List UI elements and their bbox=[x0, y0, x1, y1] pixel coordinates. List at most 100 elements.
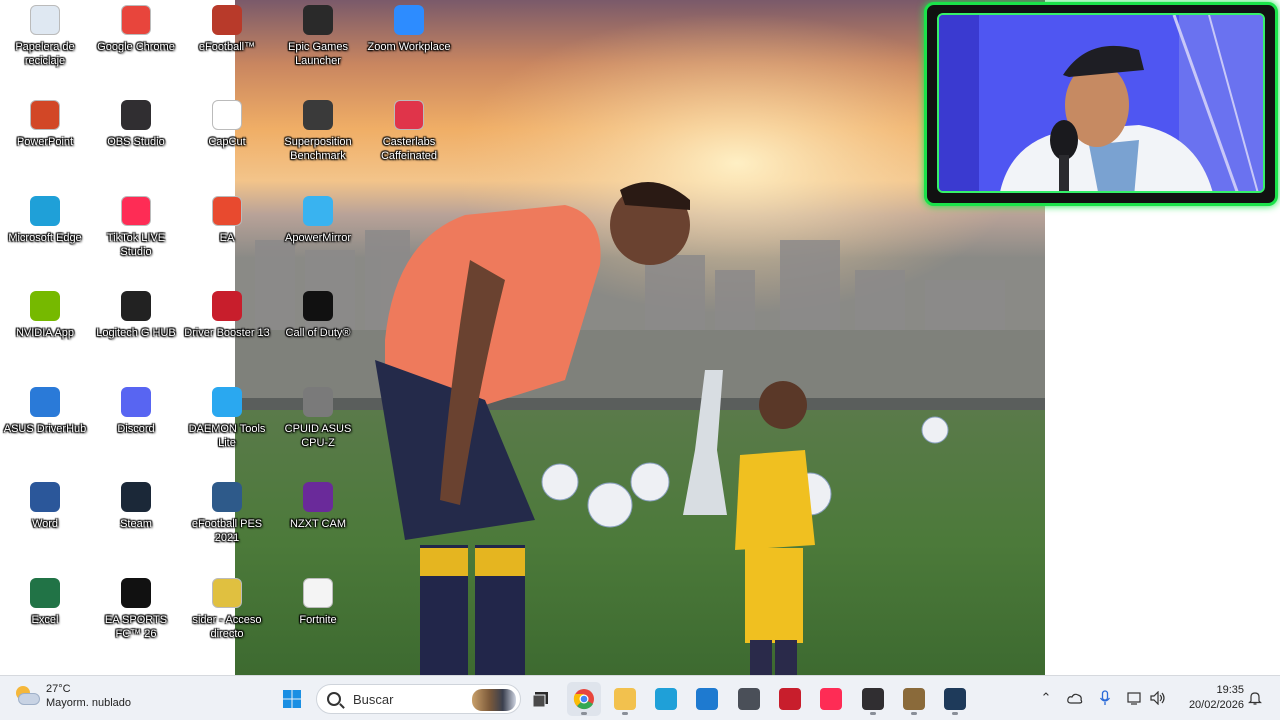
desktop-icon-label: CapCut bbox=[208, 136, 246, 148]
clock-time: 19:35 bbox=[1216, 684, 1244, 696]
desktop-icon-steam[interactable]: Steam bbox=[91, 477, 181, 567]
desktop-icon-label: Microsoft Edge bbox=[8, 232, 82, 244]
task-view-button[interactable] bbox=[524, 682, 558, 716]
running-indicator bbox=[911, 712, 917, 715]
taskbar-file-explorer[interactable] bbox=[608, 682, 642, 716]
epic-games-icon bbox=[303, 5, 333, 35]
folder-icon bbox=[614, 688, 636, 710]
show-hidden-icons-chevron-up-icon[interactable]: ⌃ bbox=[1037, 689, 1055, 707]
desktop-icon-ea-fc[interactable]: EA SPORTS FC™ 26 bbox=[91, 573, 181, 663]
weather-temp: 27°C bbox=[46, 683, 71, 695]
taskbar-search-box[interactable]: Buscar bbox=[316, 684, 521, 714]
desktop-icon-label: eFootball™ bbox=[198, 41, 256, 53]
desktop-icon-edge[interactable]: Microsoft Edge bbox=[0, 191, 90, 281]
taskbar-tiktok-live[interactable] bbox=[814, 682, 848, 716]
taskbar-tools[interactable] bbox=[897, 682, 931, 716]
tools-icon bbox=[903, 688, 925, 710]
desktop-icon-label: Papelera de reciclaje bbox=[15, 41, 75, 67]
desktop-icon-label: CPUID ASUS CPU-Z bbox=[284, 423, 352, 449]
running-indicator bbox=[870, 712, 876, 715]
desktop-icon-label: Logitech G HUB bbox=[96, 327, 176, 339]
taskbar-store[interactable] bbox=[690, 682, 724, 716]
desktop-icon-zoom[interactable]: Zoom Workplace bbox=[364, 0, 454, 90]
desktop-icon-capcut[interactable]: CapCut bbox=[182, 95, 272, 185]
steam-icon bbox=[121, 482, 151, 512]
ea-icon bbox=[212, 196, 242, 226]
desktop-icon-nzxt-cam[interactable]: NZXT CAM bbox=[273, 477, 363, 567]
desktop-icon-label: DAEMON Tools Lite bbox=[188, 423, 266, 449]
desktop-icon-label: EA SPORTS FC™ 26 bbox=[104, 614, 168, 640]
desktop: Papelera de reciclaje Google Chrome eFootb… bbox=[0, 0, 1280, 675]
desktop-icon-ea[interactable]: EA bbox=[182, 191, 272, 281]
desktop-icon-logitech[interactable]: Logitech G HUB bbox=[91, 286, 181, 376]
desktop-icon-label: eFootball PES 2021 bbox=[191, 518, 263, 544]
recycle-bin-icon bbox=[30, 5, 60, 35]
desktop-icon-pes-2021[interactable]: eFootball PES 2021 bbox=[182, 477, 272, 567]
desktop-icon-label: ApowerMirror bbox=[284, 232, 351, 244]
desktop-icon-label: Driver Booster 13 bbox=[184, 327, 270, 339]
notifications-bell-icon[interactable] bbox=[1246, 689, 1264, 707]
desktop-icon-sider[interactable]: sider - Acceso directo bbox=[182, 573, 272, 663]
desktop-icon-label: PowerPoint bbox=[16, 136, 74, 148]
volume-icon[interactable] bbox=[1149, 689, 1167, 707]
start-button[interactable] bbox=[275, 682, 309, 716]
microphone-icon[interactable] bbox=[1096, 689, 1114, 707]
desktop-icon-obs[interactable]: OBS Studio bbox=[91, 95, 181, 185]
desktop-icon-label: sider - Acceso directo bbox=[192, 614, 262, 640]
webcam-feed bbox=[937, 13, 1265, 193]
desktop-icon-casterlabs[interactable]: Casterlabs Caffeinated bbox=[364, 95, 454, 185]
weather-widget[interactable]: 27°C Mayorm. nublado bbox=[14, 682, 131, 710]
desktop-icon-label: Steam bbox=[120, 518, 152, 530]
desktop-icon-call-of-duty[interactable]: Call of Duty® bbox=[273, 286, 363, 376]
superposition-icon bbox=[303, 100, 333, 130]
call-of-duty-icon bbox=[303, 291, 333, 321]
desktop-icon-label: Discord bbox=[117, 423, 155, 435]
desktop-icon-epic-games[interactable]: Epic Games Launcher bbox=[273, 0, 363, 90]
desktop-icon-label: OBS Studio bbox=[107, 136, 165, 148]
pes-2021-icon bbox=[212, 482, 242, 512]
desktop-icon-label: Google Chrome bbox=[97, 41, 175, 53]
webcam-overlay bbox=[924, 2, 1278, 206]
taskbar-chrome[interactable] bbox=[567, 682, 601, 716]
desktop-icon-daemon-tools[interactable]: DAEMON Tools Lite bbox=[182, 382, 272, 472]
onedrive-cloud-icon[interactable] bbox=[1066, 689, 1084, 707]
running-indicator bbox=[622, 712, 628, 715]
desktop-icon-superposition[interactable]: Superposition Benchmark bbox=[273, 95, 363, 185]
desktop-icon-file[interactable]: Fortnite bbox=[273, 573, 363, 663]
desktop-icon-asus-driverhub[interactable]: ASUS DriverHub bbox=[0, 382, 90, 472]
apowermirror-icon bbox=[303, 196, 333, 226]
desktop-icon-nvidia[interactable]: NVIDIA App bbox=[0, 286, 90, 376]
driver-booster-icon bbox=[779, 688, 801, 710]
asus-driverhub-icon bbox=[30, 387, 60, 417]
taskbar-edge[interactable] bbox=[649, 682, 683, 716]
desktop-icon-chrome[interactable]: Google Chrome bbox=[91, 0, 181, 90]
logitech-icon bbox=[121, 291, 151, 321]
nzxt-cam-icon bbox=[303, 482, 333, 512]
desktop-icon-label: Excel bbox=[31, 614, 59, 626]
desktop-icon-label: Epic Games Launcher bbox=[288, 41, 348, 67]
cpu-z-icon bbox=[303, 387, 333, 417]
store-icon bbox=[696, 688, 718, 710]
desktop-icon-tiktok-live[interactable]: TikTok LIVE Studio bbox=[91, 191, 181, 281]
zoom-icon bbox=[394, 5, 424, 35]
desktop-icon-driver-booster[interactable]: Driver Booster 13 bbox=[182, 286, 272, 376]
desktop-icon-efootball[interactable]: eFootball™ bbox=[182, 0, 272, 90]
excel-icon bbox=[30, 578, 60, 608]
network-icon[interactable] bbox=[1126, 689, 1144, 707]
desktop-icon-powerpoint[interactable]: PowerPoint bbox=[0, 95, 90, 185]
desktop-icon-label: Call of Duty® bbox=[285, 327, 351, 339]
desktop-icon-apowermirror[interactable]: ApowerMirror bbox=[273, 191, 363, 281]
desktop-icon-label: EA bbox=[219, 232, 235, 244]
taskbar-monitor[interactable] bbox=[938, 682, 972, 716]
taskbar-clock[interactable]: 19:35 20/02/2026 bbox=[1176, 683, 1244, 713]
desktop-icon-excel[interactable]: Excel bbox=[0, 573, 90, 663]
taskbar-driver-booster[interactable] bbox=[773, 682, 807, 716]
desktop-icon-word[interactable]: Word bbox=[0, 477, 90, 567]
desktop-icon-cpu-z[interactable]: CPUID ASUS CPU-Z bbox=[273, 382, 363, 472]
desktop-icon-recycle-bin[interactable]: Papelera de reciclaje bbox=[0, 0, 90, 90]
taskbar-app-cube[interactable] bbox=[732, 682, 766, 716]
desktop-icon-discord[interactable]: Discord bbox=[91, 382, 181, 472]
taskbar-obs[interactable] bbox=[856, 682, 890, 716]
chrome-icon bbox=[121, 5, 151, 35]
edge-icon bbox=[655, 688, 677, 710]
